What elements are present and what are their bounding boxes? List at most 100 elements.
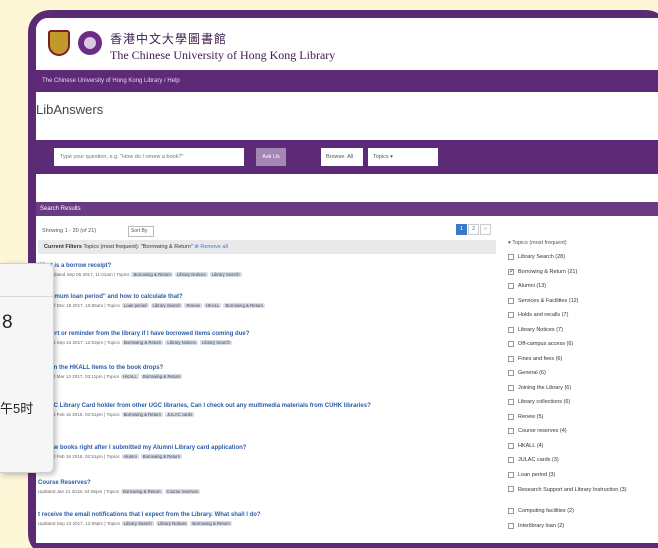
overlay-card: 8 午5时 xyxy=(0,263,54,473)
results-count: Showing 1 - 20 (of 21) xyxy=(42,228,97,234)
result-title-link[interactable]: What is a borrow receipt? xyxy=(38,263,498,269)
topic-filter-item[interactable]: Holds and recalls (7) xyxy=(508,312,648,327)
checkbox[interactable] xyxy=(508,370,514,376)
checkbox[interactable] xyxy=(508,297,514,304)
pagination-page-1[interactable]: 1 xyxy=(456,224,467,235)
topic-tag[interactable]: Loan period xyxy=(121,303,149,308)
topic-filter-item[interactable]: Alumni (13) xyxy=(508,283,648,298)
overlay-number: 8 xyxy=(2,312,13,333)
topic-filter-item[interactable]: Fines and fees (6) xyxy=(508,355,648,371)
search-bar: Ask Us Browse: All Topics ▾ xyxy=(36,140,658,174)
topic-tag[interactable]: Library Notices xyxy=(155,521,189,526)
result-meta: Updated Sep 13 2017, 12:06pm | Topics Lib… xyxy=(38,521,232,526)
topic-tag[interactable]: Library Search xyxy=(121,521,154,526)
result-meta: Updated Mar 13 2017, 03:11pm | Topics HKA… xyxy=(38,374,183,379)
checkbox[interactable] xyxy=(508,326,514,333)
topic-tag[interactable]: Borrowing & Return xyxy=(131,272,173,277)
result-meta: Updated Dec 18 2017, 10:55am | Topics Loa… xyxy=(38,303,265,308)
topic-filter-item[interactable]: Library Notices (7) xyxy=(508,326,648,342)
overlay-divider xyxy=(0,296,54,297)
topic-filter-item[interactable]: Research Support and Library Instruction… xyxy=(508,486,648,508)
result-item: JULAC Library Card holder from other UGC… xyxy=(38,403,498,433)
checkbox[interactable] xyxy=(508,355,514,362)
topic-filter-item[interactable]: Off-campus access (6) xyxy=(508,341,648,356)
checkbox[interactable] xyxy=(508,341,514,347)
topic-tag[interactable]: Borrowing & Return xyxy=(223,303,265,308)
topic-filter-item[interactable]: Course reserves (4) xyxy=(508,428,648,443)
browse-select[interactable]: Browse: All xyxy=(321,148,363,166)
result-title-link[interactable]: Return the HKALL items to the book drops… xyxy=(38,365,498,371)
topic-filter-item[interactable]: HKALL (4) xyxy=(508,442,648,458)
topic-tag[interactable]: Library Search xyxy=(199,340,232,345)
topics-heading[interactable]: ▾ Topics (most frequent) xyxy=(508,240,648,254)
pagination-page-2[interactable]: 2 xyxy=(468,224,479,235)
topic-filter-item[interactable]: JULAC cards (3) xyxy=(508,457,648,472)
browse-label: Browse: xyxy=(326,154,346,160)
checkbox[interactable] xyxy=(508,413,514,420)
topic-filter-item[interactable]: Interlibrary loan (2) xyxy=(508,522,648,538)
topic-filter-item[interactable]: Library collections (6) xyxy=(508,399,648,414)
topic-tag[interactable]: Borrowing & Return xyxy=(190,521,232,526)
topic-tag[interactable]: HKALL xyxy=(203,303,222,308)
checkbox[interactable] xyxy=(508,457,514,463)
result-title-link[interactable]: "maximum loan period" and how to calcula… xyxy=(38,294,498,300)
checkbox[interactable] xyxy=(508,384,514,391)
search-input[interactable] xyxy=(54,148,244,166)
result-title-link[interactable]: Course Reserves? xyxy=(38,480,498,486)
topic-tag[interactable]: Library Search xyxy=(209,272,242,277)
topic-filter-item[interactable]: Joining the Library (6) xyxy=(508,384,648,400)
topics-sidebar: ▾ Topics (most frequent) Library Search … xyxy=(508,240,648,537)
checkbox[interactable] xyxy=(508,486,514,492)
topic-tag[interactable]: Borrowing & Return xyxy=(140,454,183,459)
topic-filter-item[interactable]: Library Search (28) xyxy=(508,254,648,269)
topic-tag[interactable]: Borrowing & Return xyxy=(121,489,163,494)
page-title: LibAnswers xyxy=(36,102,104,117)
result-title-link[interactable]: JULAC Library Card holder from other UGC… xyxy=(38,403,498,409)
result-title-link[interactable]: t receive the email notifications that I… xyxy=(38,512,498,518)
result-item: "maximum loan period" and how to calcula… xyxy=(38,294,498,324)
remove-all-link[interactable]: ⊗ Remove all xyxy=(194,244,228,250)
topics-dropdown[interactable]: Topics ▾ xyxy=(368,148,438,166)
result-title-link[interactable]: borrow books right after I submitted my … xyxy=(38,445,498,451)
pagination-next[interactable]: » xyxy=(480,224,491,235)
topic-tag[interactable]: HKALL xyxy=(121,374,139,379)
browser-screen: 香港中文大學圖書館 The Chinese University of Hong… xyxy=(36,18,658,543)
topic-tag[interactable]: Library Notices xyxy=(165,340,198,345)
topic-tag[interactable]: Library Search xyxy=(150,303,183,308)
sort-by-select[interactable]: Sort By xyxy=(128,226,154,237)
topic-tag[interactable]: Borrowing & Return xyxy=(121,340,164,345)
checkbox[interactable] xyxy=(508,522,514,529)
library-header: 香港中文大學圖書館 The Chinese University of Hong… xyxy=(36,18,658,70)
topic-filter-item[interactable]: Services & Facilities (12) xyxy=(508,297,648,313)
result-item: Return the HKALL items to the book drops… xyxy=(38,365,498,395)
breadcrumb[interactable]: The Chinese University of Hong Kong Libr… xyxy=(36,70,658,92)
checkbox[interactable] xyxy=(508,312,514,318)
topic-tag[interactable]: Alumni xyxy=(121,454,139,459)
checkbox-checked[interactable]: ✓ xyxy=(508,268,514,275)
topic-filter-item[interactable]: Renew (5) xyxy=(508,413,648,429)
topic-filter-item[interactable]: ✓ Borrowing & Return (21) xyxy=(508,268,648,284)
search-results-header: Search Results xyxy=(36,202,658,216)
topic-filter-item[interactable]: Loan period (3) xyxy=(508,471,648,487)
result-item: Course Reserves? Updated Jan 21 2018, 04… xyxy=(38,480,498,510)
checkbox[interactable] xyxy=(508,283,514,289)
result-title-link[interactable]: an alert or reminder from the library if… xyxy=(38,331,498,337)
topic-filter-item[interactable]: Computing facilities (2) xyxy=(508,508,648,523)
topics-dropdown-label: Topics xyxy=(373,154,389,160)
topic-tag[interactable]: Borrowing & Return xyxy=(121,412,164,417)
result-item: an alert or reminder from the library if… xyxy=(38,331,498,361)
topic-tag[interactable]: Course reserves xyxy=(164,489,201,494)
checkbox[interactable] xyxy=(508,428,514,434)
checkbox[interactable] xyxy=(508,254,514,260)
ask-us-button[interactable]: Ask Us xyxy=(256,148,286,166)
result-item: t receive the email notifications that I… xyxy=(38,512,498,542)
checkbox[interactable] xyxy=(508,508,514,514)
topic-tag[interactable]: Renew xyxy=(184,303,202,308)
checkbox[interactable] xyxy=(508,442,514,449)
topic-tag[interactable]: Library Notices xyxy=(174,272,208,277)
topic-tag[interactable]: JULAC cards xyxy=(165,412,195,417)
checkbox[interactable] xyxy=(508,471,514,478)
checkbox[interactable] xyxy=(508,399,514,405)
topic-filter-item[interactable]: General (6) xyxy=(508,370,648,385)
topic-tag[interactable]: Borrowing & Return xyxy=(140,374,183,379)
